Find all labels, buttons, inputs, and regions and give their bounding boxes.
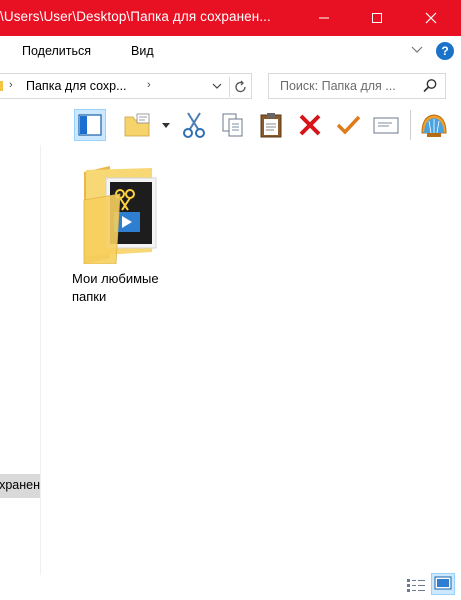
shell-button[interactable]	[418, 109, 450, 141]
address-bar[interactable]: › Папка для сохр... ›	[0, 73, 252, 99]
maximize-icon	[372, 13, 382, 23]
large-icons-view-button[interactable]	[431, 573, 455, 595]
new-folder-dropdown[interactable]	[159, 109, 173, 141]
breadcrumb-separator: ›	[9, 79, 13, 91]
breadcrumb-separator[interactable]: ›	[147, 79, 151, 91]
tab-view[interactable]: Вид	[131, 44, 154, 58]
search-icon[interactable]	[422, 78, 438, 97]
paste-button[interactable]	[255, 109, 287, 141]
maximize-button[interactable]	[354, 0, 400, 36]
shell-icon	[421, 114, 447, 137]
layout-icon	[78, 114, 102, 136]
toolbar-divider	[410, 110, 411, 140]
nav-item-label: Папка для сохранен	[0, 478, 40, 492]
folder-label-line: папки	[72, 289, 107, 304]
nav-item-selected[interactable]: Папка для сохранен	[0, 474, 40, 498]
folder-icon	[83, 166, 157, 264]
properties-button[interactable]	[332, 109, 364, 141]
close-button[interactable]	[408, 0, 454, 36]
window-title: \Users\User\Desktop\Папка для сохранен..…	[0, 9, 271, 24]
refresh-icon	[235, 80, 246, 93]
details-view-button[interactable]	[404, 576, 428, 594]
cut-icon	[183, 112, 205, 138]
help-icon[interactable]: ?	[436, 42, 454, 60]
new-folder-icon	[124, 113, 150, 137]
title-bar: \Users\User\Desktop\Папка для сохранен..…	[0, 0, 461, 36]
paste-icon	[260, 113, 282, 138]
delete-icon	[299, 114, 321, 136]
new-folder-button[interactable]	[121, 109, 153, 141]
toolbar	[0, 105, 461, 145]
cut-button[interactable]	[178, 109, 210, 141]
close-icon	[425, 12, 437, 24]
folder-label-line: Мои любимые	[72, 271, 159, 286]
large-icons-view-icon	[434, 576, 452, 590]
search-box[interactable]: Поиск: Папка для ...	[268, 73, 446, 99]
copy-icon	[222, 113, 243, 137]
address-history-button[interactable]	[211, 78, 223, 97]
dropdown-arrow-icon	[162, 123, 170, 128]
delete-button[interactable]	[294, 109, 326, 141]
mail-icon	[373, 117, 399, 134]
search-input[interactable]: Поиск: Папка для ...	[280, 79, 396, 93]
folder-icon	[0, 81, 3, 91]
tab-share[interactable]: Поделиться	[22, 44, 91, 58]
breadcrumb-current[interactable]: Папка для сохр...	[26, 79, 127, 93]
minimize-icon	[319, 17, 329, 19]
ribbon-expand-button[interactable]	[411, 44, 423, 58]
ribbon: Поделиться Вид	[0, 36, 461, 67]
layout-button[interactable]	[74, 109, 106, 141]
minimize-button[interactable]	[301, 0, 347, 36]
refresh-button[interactable]	[229, 77, 252, 97]
rename-button[interactable]	[370, 109, 402, 141]
navigation-pane-border[interactable]	[40, 145, 41, 575]
chevron-down-icon	[411, 46, 423, 53]
copy-button[interactable]	[217, 109, 249, 141]
chevron-down-icon	[212, 83, 222, 89]
details-view-icon	[407, 579, 425, 592]
check-icon	[336, 115, 361, 135]
folder-label: Мои любимые папки	[72, 270, 192, 306]
